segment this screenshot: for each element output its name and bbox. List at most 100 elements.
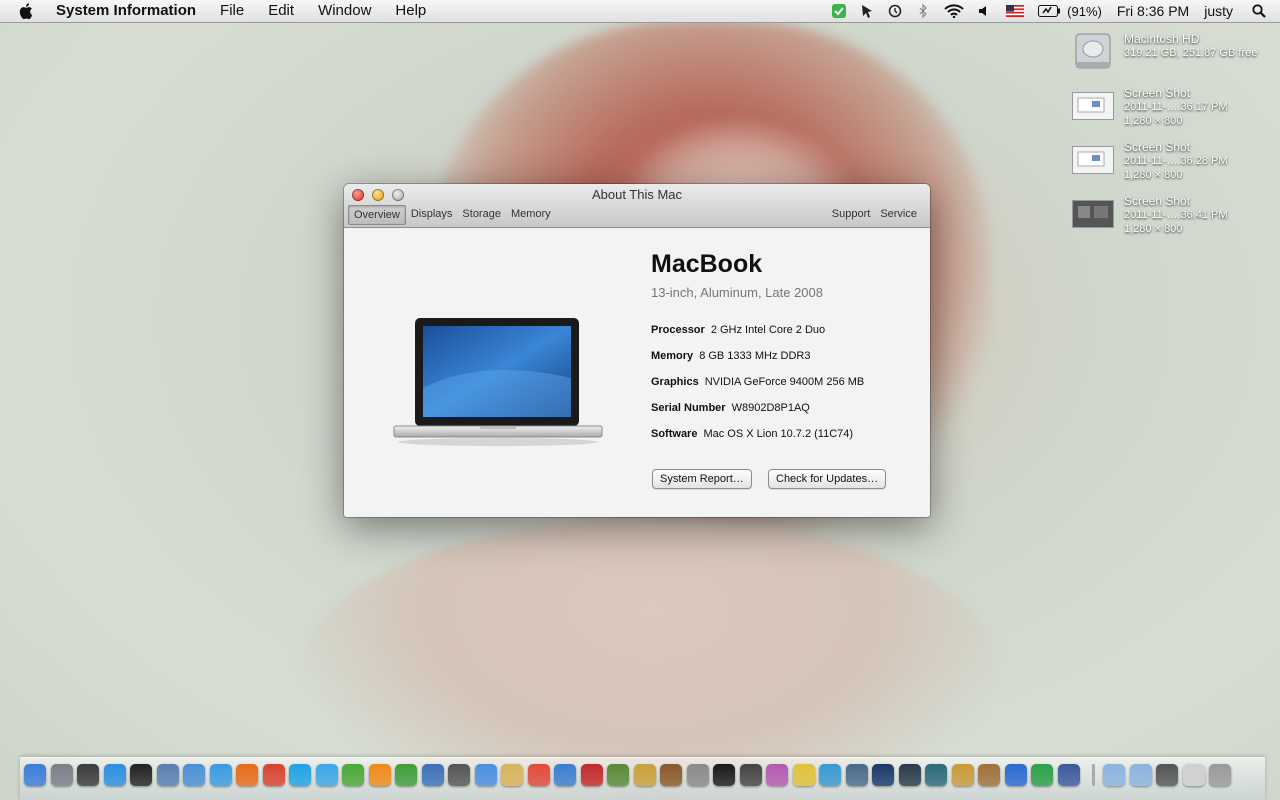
desktop-item-title: Screen Shot (1124, 86, 1191, 100)
desktop-item-screenshot[interactable]: Screen Shot 2011-11-….36.28 PM 1,280 × 8… (1072, 140, 1272, 186)
tab-overview[interactable]: Overview (348, 205, 406, 225)
battery-percent[interactable]: (91%) (1067, 4, 1102, 19)
menu-help[interactable]: Help (383, 0, 438, 22)
twitter-icon[interactable] (315, 764, 338, 786)
league-icon[interactable] (872, 764, 894, 786)
excel-icon[interactable] (1031, 764, 1053, 786)
safari-icon[interactable] (209, 764, 232, 786)
menu-window[interactable]: Window (306, 0, 383, 22)
applications-folder-icon[interactable] (1103, 764, 1125, 786)
cursor-icon[interactable] (860, 4, 874, 18)
mission-control-icon[interactable] (77, 764, 99, 786)
mail-icon[interactable] (183, 764, 205, 786)
screenshots-stack-icon[interactable] (1182, 764, 1205, 786)
app-store-icon[interactable] (103, 764, 126, 786)
notes-icon[interactable] (501, 764, 523, 786)
coffee-icon[interactable] (978, 764, 1000, 786)
model-name: MacBook (651, 250, 763, 278)
toolbar-tabs: Overview Displays Storage Memory (348, 205, 556, 225)
pause-icon[interactable] (739, 764, 762, 786)
spec-software: Software Mac OS X Lion 10.7.2 (11C74) (651, 428, 853, 440)
documents-folder-icon[interactable] (1129, 764, 1152, 786)
globe-icon[interactable] (925, 764, 947, 786)
user-name[interactable]: justy (1204, 3, 1233, 19)
vlc-icon[interactable] (368, 764, 391, 786)
about-this-mac-window: About This Mac Overview Displays Storage… (344, 184, 930, 517)
separator-icon[interactable] (1092, 764, 1095, 786)
battery-icon[interactable] (1038, 5, 1061, 17)
desktop-item-title: Screen Shot (1124, 194, 1191, 208)
spec-value: W8902D8P1AQ (731, 402, 810, 414)
archive-icon[interactable] (951, 764, 974, 786)
downloads-stack-icon[interactable] (1156, 764, 1178, 786)
dashboard-icon[interactable] (130, 764, 152, 786)
checkmark-icon[interactable] (832, 4, 847, 18)
calendar-icon[interactable] (527, 764, 550, 786)
terminal-icon[interactable] (713, 764, 735, 786)
desktop-item-detail: 319.21 GB, 251.87 GB free (1124, 47, 1258, 59)
desktop-item-screenshot[interactable]: Screen Shot 2011-11-….36.17 PM 1,280 × 8… (1072, 86, 1272, 132)
macbook-illustration (392, 318, 604, 450)
wifi-icon[interactable] (944, 4, 964, 18)
menu-edit[interactable]: Edit (256, 0, 306, 22)
utorrent-icon[interactable] (395, 764, 417, 786)
volume-icon[interactable] (978, 4, 992, 18)
bluetooth-icon[interactable] (916, 4, 930, 18)
check-for-updates-button[interactable]: Check for Updates… (768, 469, 887, 489)
screenshot-thumbnail-icon (1072, 86, 1114, 120)
imovie-icon[interactable] (1057, 764, 1080, 786)
photo-booth-icon[interactable] (580, 764, 603, 786)
spec-label: Processor (651, 324, 705, 336)
xcode-icon[interactable] (421, 764, 444, 786)
desktop-item-macintosh-hd[interactable]: Macintosh HD 319.21 GB, 251.87 GB free (1072, 32, 1272, 78)
desktop-item-size: 1,280 × 800 (1124, 115, 1183, 127)
status-area: (91%) Fri 8:36 PM justy (825, 0, 1280, 22)
desktop-item-title: Macintosh HD (1124, 32, 1200, 46)
desktop-item-screenshot[interactable]: Screen Shot 2011-11-….36.41 PM 1,280 × 8… (1072, 194, 1272, 240)
spec-serial-number: Serial Number W8902D8P1AQ (651, 402, 810, 414)
tab-service[interactable]: Service (875, 205, 922, 223)
time-machine-icon[interactable] (888, 4, 902, 18)
menu-app-name[interactable]: System Information (48, 0, 208, 22)
chrome-icon[interactable] (262, 764, 285, 786)
itunes-icon[interactable] (554, 764, 576, 786)
finder-icon[interactable] (24, 764, 46, 786)
facetime-icon[interactable] (448, 764, 470, 786)
steam-icon[interactable] (898, 764, 921, 786)
desktop-item-detail: 2011-11-….36.28 PM (1124, 155, 1228, 167)
sparkle-icon[interactable] (633, 764, 656, 786)
apple-menu-icon[interactable] (18, 2, 36, 20)
tab-displays[interactable]: Displays (406, 205, 458, 223)
spec-label: Serial Number (651, 402, 726, 414)
skype-icon[interactable] (289, 764, 311, 786)
hand-icon[interactable] (819, 764, 841, 786)
trash-icon[interactable] (1209, 764, 1231, 786)
octopus-icon[interactable] (766, 764, 788, 786)
garageband-icon[interactable] (660, 764, 682, 786)
system-prefs-icon[interactable] (686, 764, 709, 786)
spec-value: Mac OS X Lion 10.7.2 (11C74) (703, 428, 854, 440)
tab-storage[interactable]: Storage (457, 205, 506, 223)
iphoto-icon[interactable] (607, 764, 629, 786)
flag-icon[interactable] (1006, 5, 1025, 17)
system-report-button[interactable]: System Report… (652, 469, 752, 489)
window-titlebar[interactable]: About This Mac Overview Displays Storage… (344, 184, 930, 228)
clock[interactable]: Fri 8:36 PM (1117, 3, 1189, 19)
spotlight-icon[interactable] (1252, 4, 1266, 18)
spec-value: 8 GB 1333 MHz DDR3 (699, 350, 811, 362)
menu-file[interactable]: File (208, 0, 256, 22)
firefox-icon[interactable] (236, 764, 258, 786)
messages-icon[interactable] (474, 764, 497, 786)
spec-label: Graphics (651, 376, 699, 388)
preview-icon[interactable] (156, 764, 179, 786)
monitor-icon[interactable] (845, 764, 868, 786)
launchpad-icon[interactable] (50, 764, 73, 786)
spec-processor: Processor 2 GHz Intel Core 2 Duo (651, 324, 825, 336)
spec-value: 2 GHz Intel Core 2 Duo (710, 324, 826, 336)
spec-value: NVIDIA GeForce 9400M 256 MB (704, 376, 865, 388)
tab-support[interactable]: Support (827, 205, 876, 223)
sticky-icon[interactable] (792, 764, 815, 786)
word-icon[interactable] (1004, 764, 1027, 786)
tab-memory[interactable]: Memory (506, 205, 556, 223)
adium-icon[interactable] (342, 764, 364, 786)
